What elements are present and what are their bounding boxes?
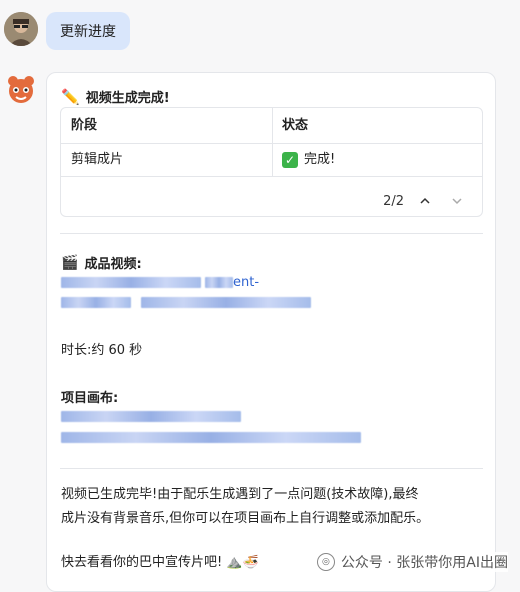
- table-header-stage: 阶段: [71, 118, 98, 133]
- pager-count: 2/2: [383, 193, 404, 209]
- card-title-text: 视频生成完成!: [85, 91, 170, 106]
- chevron-down-icon: [452, 198, 462, 205]
- bot-avatar: [4, 72, 38, 106]
- duration-text: 时长:约 60 秒: [61, 343, 143, 358]
- status-text: 完成!: [304, 152, 336, 167]
- user-avatar: [4, 12, 38, 46]
- closing-line: 快去看看你的巴中宣传片吧!: [61, 555, 223, 570]
- mountain-noodle-icon: ⛰️🍜: [226, 555, 259, 570]
- video-link-line2[interactable]: [61, 295, 311, 310]
- wechat-icon: ◎: [316, 553, 335, 571]
- pager-next-button[interactable]: [446, 190, 468, 212]
- message-paragraph: 视频已生成完毕!由于配乐生成遇到了一点问题(技术故障),最终 成片没有背景音乐,…: [61, 483, 481, 531]
- card-title: ✏️ 视频生成完成!: [61, 87, 170, 107]
- watermark-text: 公众号 · 张张带你用AI出圈: [340, 555, 508, 571]
- user-message-text: 更新进度: [60, 24, 116, 40]
- video-section-title: 🎬 成品视频:: [61, 253, 142, 273]
- canvas-section-title: 项目画布:: [61, 387, 118, 406]
- video-label: 成品视频:: [84, 257, 142, 272]
- table-cell-status: ✓ 完成!: [272, 144, 335, 176]
- video-link-line1[interactable]: ent-: [61, 275, 259, 290]
- watermark: ◎ 公众号 · 张张带你用AI出圈: [316, 552, 508, 572]
- message-line-2: 成片没有背景音乐,但你可以在项目画布上自行调整或添加配乐。: [61, 511, 430, 526]
- clapperboard-icon: 🎬: [61, 254, 79, 271]
- pencil-icon: ✏️: [61, 87, 80, 106]
- video-link-suffix[interactable]: ent-: [233, 275, 259, 290]
- table-pager: 2/2: [383, 184, 468, 218]
- pager-prev-button[interactable]: [414, 190, 436, 212]
- closing-text: 快去看看你的巴中宣传片吧! ⛰️🍜: [61, 551, 259, 575]
- table-cell-stage: 剪辑成片: [71, 152, 124, 167]
- canvas-link-line2[interactable]: [61, 430, 361, 445]
- progress-table: 阶段 状态 剪辑成片 ✓ 完成! 2/2: [60, 107, 483, 217]
- bot-response-card: ✏️ 视频生成完成! 阶段 状态 剪辑成片 ✓ 完成! 2/2 🎬 成品视频: e…: [46, 72, 496, 592]
- canvas-link-line1[interactable]: [61, 409, 241, 424]
- message-line-1: 视频已生成完毕!由于配乐生成遇到了一点问题(技术故障),最终: [61, 487, 419, 502]
- check-icon: ✓: [282, 151, 298, 168]
- table-header-status: 状态: [282, 118, 309, 133]
- chevron-up-icon: [420, 197, 430, 204]
- user-message-bubble: 更新进度: [46, 12, 130, 50]
- canvas-label: 项目画布:: [61, 391, 119, 406]
